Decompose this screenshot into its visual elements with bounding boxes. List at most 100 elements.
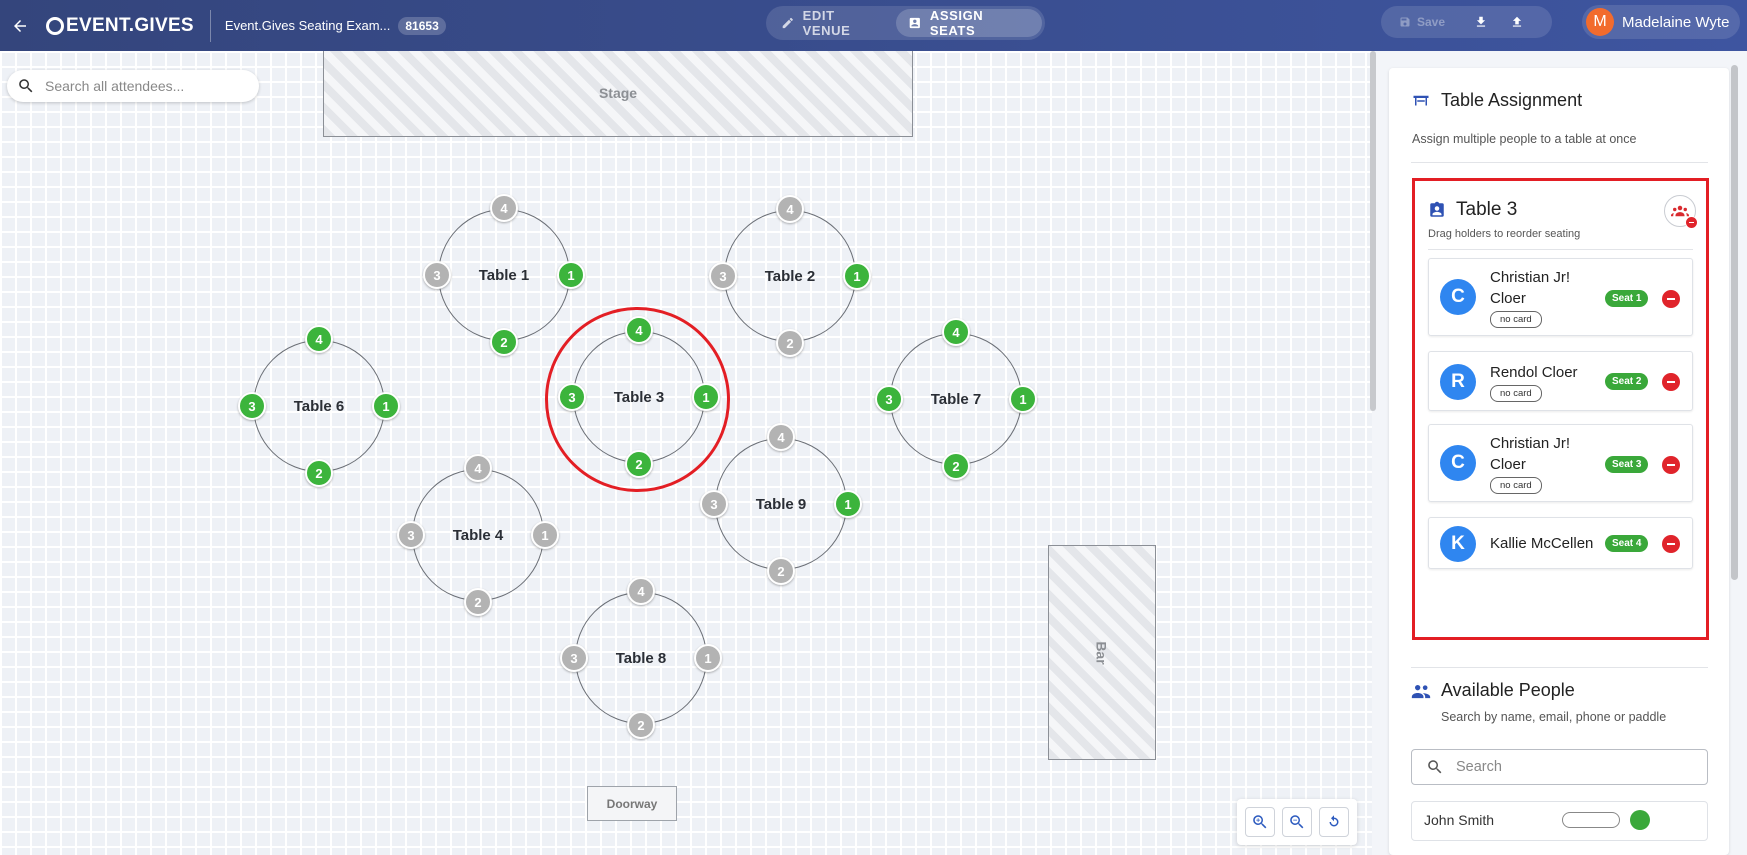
table-label: Table 1 [478, 266, 530, 284]
table-6[interactable]: Table 6 1 2 3 4 [238, 325, 400, 487]
zoom-out-icon [1290, 815, 1304, 829]
add-button[interactable] [1630, 810, 1650, 830]
table-9[interactable]: Table 9 1 2 3 4 [700, 423, 862, 585]
app-logo[interactable]: EVENT.GIVES [46, 15, 194, 37]
seat-1[interactable]: 1 [372, 392, 400, 420]
table-8[interactable]: Table 8 1 2 3 4 [560, 577, 722, 739]
badge-icon [909, 17, 921, 29]
seat-2[interactable]: 2 [942, 452, 970, 480]
divider [209, 9, 211, 42]
seat-4[interactable]: 4 [305, 325, 333, 353]
save-button[interactable]: Save [1381, 6, 1463, 38]
table-label: Table 6 [293, 397, 345, 415]
panel-title: Table Assignment [1441, 90, 1583, 110]
holder-name: Rendol Cloer [1490, 364, 1578, 381]
zoom-controls [1237, 799, 1357, 845]
seat-4[interactable]: 4 [490, 194, 518, 222]
doorway-label: Doorway [606, 796, 658, 811]
seat-holder-card[interactable]: R Rendol Cloer no card Seat 2 [1428, 351, 1693, 411]
seat-2[interactable]: 2 [305, 459, 333, 487]
seat-1[interactable]: 1 [843, 262, 871, 290]
stage-label: Stage [598, 85, 638, 101]
avatar: K [1440, 526, 1476, 562]
seat-1[interactable]: 1 [694, 644, 722, 672]
people-search-input[interactable] [1456, 759, 1696, 775]
user-name: Madelaine Wyte [1622, 13, 1730, 31]
table-label: Table 2 [764, 267, 816, 285]
seat-3[interactable]: 3 [560, 644, 588, 672]
panel-scrollbar[interactable] [1731, 65, 1738, 580]
avatar: C [1440, 279, 1476, 315]
seat-3[interactable]: 3 [238, 392, 266, 420]
seat-3[interactable]: 3 [700, 490, 728, 518]
back-button[interactable] [2, 8, 38, 44]
seat-1[interactable]: 1 [557, 261, 585, 289]
seat-3[interactable]: 3 [709, 262, 737, 290]
remove-all-button[interactable] [1664, 195, 1698, 229]
seat-2[interactable]: 2 [767, 557, 795, 585]
remove-holder-button[interactable] [1662, 455, 1680, 474]
seat-1[interactable]: 1 [531, 521, 559, 549]
table-4[interactable]: Table 4 1 2 3 4 [397, 454, 559, 616]
seat-4[interactable]: 4 [627, 577, 655, 605]
top-bar: EVENT.GIVES Event.Gives Seating Exam... … [0, 0, 1747, 51]
zoom-out-button[interactable] [1281, 807, 1312, 837]
table-1[interactable]: Table 1 1 2 3 4 [423, 194, 585, 356]
seat-3[interactable]: 3 [397, 521, 425, 549]
zoom-in-button[interactable] [1244, 807, 1275, 837]
card-status-badge: no card [1490, 385, 1542, 402]
edit-venue-tab[interactable]: EDIT VENUE [769, 8, 896, 38]
selected-table-subtitle: Drag holders to reorder seating [1428, 228, 1581, 240]
divider [1411, 162, 1708, 163]
table-7[interactable]: Table 7 1 2 3 4 [875, 318, 1037, 480]
seat-holder-card[interactable]: C Christian Jr! Cloer no card Seat 1 [1428, 258, 1693, 336]
seat-1[interactable]: 1 [834, 490, 862, 518]
seat-4[interactable]: 4 [942, 318, 970, 346]
remove-holder-button[interactable] [1662, 534, 1680, 553]
assign-seats-tab[interactable]: ASSIGN SEATS [896, 8, 1042, 38]
seat-3[interactable]: 3 [423, 261, 451, 289]
download-button[interactable] [1463, 6, 1499, 38]
bar-zone[interactable]: Bar [1048, 545, 1156, 760]
seat-4[interactable]: 4 [776, 195, 804, 223]
available-header: Available People [1411, 680, 1575, 701]
stage-zone[interactable]: Stage [323, 51, 913, 137]
search-icon [19, 79, 33, 93]
seat-2[interactable]: 2 [627, 711, 655, 739]
doorway-zone[interactable]: Doorway [587, 786, 677, 821]
user-menu[interactable]: M Madelaine Wyte [1582, 5, 1740, 39]
zoom-in-icon [1252, 815, 1267, 829]
seat-holder-card[interactable]: K Kallie McCellen Seat 4 [1428, 517, 1693, 569]
remove-holder-button[interactable] [1662, 372, 1680, 391]
seat-4[interactable]: 4 [464, 454, 492, 482]
assign-seats-label: ASSIGN SEATS [929, 8, 984, 38]
seat-4[interactable]: 4 [767, 423, 795, 451]
event-name[interactable]: Event.Gives Seating Exam... [225, 18, 390, 33]
people-search[interactable] [1411, 749, 1708, 785]
reset-view-button[interactable] [1319, 807, 1350, 837]
seat-number-badge: Seat 4 [1605, 535, 1649, 552]
attendee-search[interactable] [7, 70, 259, 102]
seat-1[interactable]: 1 [1009, 385, 1037, 413]
seat-2[interactable]: 2 [776, 329, 804, 357]
seat-number-badge: Seat 2 [1605, 373, 1649, 390]
panel-subtitle: Assign multiple people to a table at onc… [1412, 132, 1637, 146]
selected-table-header: Table 3 [1428, 199, 1517, 221]
refresh-icon [1329, 815, 1339, 827]
seat-holder-card[interactable]: C Christian Jr! Cloer no card Seat 3 [1428, 424, 1693, 502]
event-id-badge: 81653 [398, 16, 446, 35]
table-label: Table 8 [615, 649, 667, 667]
seat-3[interactable]: 3 [875, 385, 903, 413]
seat-number-badge: Seat 1 [1605, 290, 1649, 307]
save-icon [1400, 17, 1410, 27]
avatar: M [1586, 8, 1614, 36]
table-icon [1413, 95, 1429, 105]
seat-2[interactable]: 2 [490, 328, 518, 356]
remove-holder-button[interactable] [1662, 289, 1680, 308]
upload-button[interactable] [1499, 6, 1535, 38]
attendee-search-input[interactable] [45, 78, 245, 94]
seat-2[interactable]: 2 [464, 588, 492, 616]
table-2[interactable]: Table 2 1 2 3 4 [709, 195, 871, 357]
table-label: Table 7 [930, 390, 982, 408]
list-item[interactable]: John Smith [1411, 801, 1708, 841]
